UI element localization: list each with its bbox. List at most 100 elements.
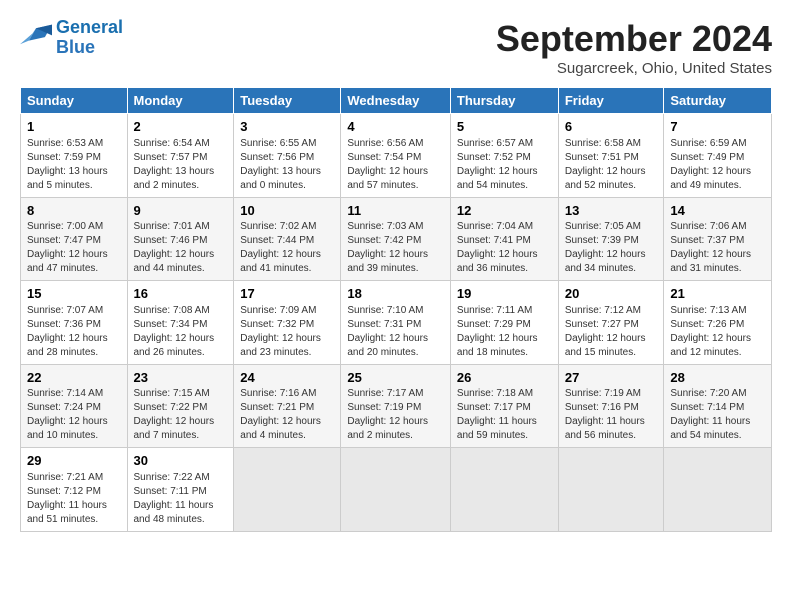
day-number: 11 <box>347 202 444 220</box>
day-info: Sunrise: 7:18 AMSunset: 7:17 PMDaylight:… <box>457 387 552 443</box>
day-number: 23 <box>134 369 228 387</box>
day-cell: 1Sunrise: 6:53 AMSunset: 7:59 PMDaylight… <box>21 114 128 198</box>
day-info: Sunrise: 7:22 AMSunset: 7:11 PMDaylight:… <box>134 471 228 527</box>
day-info: Sunrise: 7:10 AMSunset: 7:31 PMDaylight:… <box>347 304 444 360</box>
day-cell <box>450 448 558 532</box>
day-cell: 24Sunrise: 7:16 AMSunset: 7:21 PMDayligh… <box>234 364 341 448</box>
day-info: Sunrise: 6:56 AMSunset: 7:54 PMDaylight:… <box>347 137 444 193</box>
day-number: 29 <box>27 452 121 470</box>
col-saturday: Saturday <box>664 88 772 114</box>
day-number: 18 <box>347 285 444 303</box>
day-number: 25 <box>347 369 444 387</box>
logo-text: General Blue <box>56 18 123 58</box>
col-sunday: Sunday <box>21 88 128 114</box>
day-number: 7 <box>670 118 765 136</box>
day-number: 28 <box>670 369 765 387</box>
logo-bird-icon <box>20 24 52 52</box>
day-number: 1 <box>27 118 121 136</box>
day-info: Sunrise: 7:04 AMSunset: 7:41 PMDaylight:… <box>457 220 552 276</box>
main-title: September 2024 <box>496 18 772 60</box>
day-info: Sunrise: 7:05 AMSunset: 7:39 PMDaylight:… <box>565 220 658 276</box>
day-cell: 7Sunrise: 6:59 AMSunset: 7:49 PMDaylight… <box>664 114 772 198</box>
day-info: Sunrise: 7:16 AMSunset: 7:21 PMDaylight:… <box>240 387 334 443</box>
day-info: Sunrise: 7:19 AMSunset: 7:16 PMDaylight:… <box>565 387 658 443</box>
day-number: 13 <box>565 202 658 220</box>
day-number: 22 <box>27 369 121 387</box>
day-number: 30 <box>134 452 228 470</box>
day-info: Sunrise: 7:02 AMSunset: 7:44 PMDaylight:… <box>240 220 334 276</box>
day-cell: 6Sunrise: 6:58 AMSunset: 7:51 PMDaylight… <box>558 114 664 198</box>
title-block: September 2024 Sugarcreek, Ohio, United … <box>496 18 772 77</box>
day-info: Sunrise: 6:59 AMSunset: 7:49 PMDaylight:… <box>670 137 765 193</box>
day-info: Sunrise: 6:54 AMSunset: 7:57 PMDaylight:… <box>134 137 228 193</box>
day-cell: 12Sunrise: 7:04 AMSunset: 7:41 PMDayligh… <box>450 197 558 281</box>
day-number: 19 <box>457 285 552 303</box>
day-number: 5 <box>457 118 552 136</box>
day-cell: 9Sunrise: 7:01 AMSunset: 7:46 PMDaylight… <box>127 197 234 281</box>
day-cell: 8Sunrise: 7:00 AMSunset: 7:47 PMDaylight… <box>21 197 128 281</box>
day-cell: 22Sunrise: 7:14 AMSunset: 7:24 PMDayligh… <box>21 364 128 448</box>
day-cell: 27Sunrise: 7:19 AMSunset: 7:16 PMDayligh… <box>558 364 664 448</box>
subtitle: Sugarcreek, Ohio, United States <box>496 60 772 77</box>
day-cell <box>558 448 664 532</box>
day-info: Sunrise: 7:08 AMSunset: 7:34 PMDaylight:… <box>134 304 228 360</box>
header-row: Sunday Monday Tuesday Wednesday Thursday… <box>21 88 772 114</box>
page: General Blue September 2024 Sugarcreek, … <box>0 0 792 542</box>
day-info: Sunrise: 7:11 AMSunset: 7:29 PMDaylight:… <box>457 304 552 360</box>
logo-blue: Blue <box>56 37 95 57</box>
day-cell: 23Sunrise: 7:15 AMSunset: 7:22 PMDayligh… <box>127 364 234 448</box>
day-number: 24 <box>240 369 334 387</box>
day-cell: 30Sunrise: 7:22 AMSunset: 7:11 PMDayligh… <box>127 448 234 532</box>
week-row-2: 8Sunrise: 7:00 AMSunset: 7:47 PMDaylight… <box>21 197 772 281</box>
day-number: 8 <box>27 202 121 220</box>
day-cell: 19Sunrise: 7:11 AMSunset: 7:29 PMDayligh… <box>450 281 558 365</box>
day-info: Sunrise: 7:00 AMSunset: 7:47 PMDaylight:… <box>27 220 121 276</box>
col-monday: Monday <box>127 88 234 114</box>
week-row-5: 29Sunrise: 7:21 AMSunset: 7:12 PMDayligh… <box>21 448 772 532</box>
logo: General Blue <box>20 18 123 58</box>
day-number: 17 <box>240 285 334 303</box>
day-info: Sunrise: 7:15 AMSunset: 7:22 PMDaylight:… <box>134 387 228 443</box>
calendar-table: Sunday Monday Tuesday Wednesday Thursday… <box>20 87 772 532</box>
day-number: 26 <box>457 369 552 387</box>
logo-general: General <box>56 17 123 37</box>
day-cell: 3Sunrise: 6:55 AMSunset: 7:56 PMDaylight… <box>234 114 341 198</box>
day-number: 3 <box>240 118 334 136</box>
day-info: Sunrise: 7:20 AMSunset: 7:14 PMDaylight:… <box>670 387 765 443</box>
day-cell: 25Sunrise: 7:17 AMSunset: 7:19 PMDayligh… <box>341 364 451 448</box>
day-cell: 2Sunrise: 6:54 AMSunset: 7:57 PMDaylight… <box>127 114 234 198</box>
day-cell: 21Sunrise: 7:13 AMSunset: 7:26 PMDayligh… <box>664 281 772 365</box>
week-row-4: 22Sunrise: 7:14 AMSunset: 7:24 PMDayligh… <box>21 364 772 448</box>
day-cell: 14Sunrise: 7:06 AMSunset: 7:37 PMDayligh… <box>664 197 772 281</box>
day-number: 12 <box>457 202 552 220</box>
day-info: Sunrise: 7:06 AMSunset: 7:37 PMDaylight:… <box>670 220 765 276</box>
day-info: Sunrise: 6:55 AMSunset: 7:56 PMDaylight:… <box>240 137 334 193</box>
day-number: 2 <box>134 118 228 136</box>
week-row-3: 15Sunrise: 7:07 AMSunset: 7:36 PMDayligh… <box>21 281 772 365</box>
day-cell: 15Sunrise: 7:07 AMSunset: 7:36 PMDayligh… <box>21 281 128 365</box>
day-info: Sunrise: 6:53 AMSunset: 7:59 PMDaylight:… <box>27 137 121 193</box>
day-info: Sunrise: 7:21 AMSunset: 7:12 PMDaylight:… <box>27 471 121 527</box>
day-number: 27 <box>565 369 658 387</box>
day-number: 4 <box>347 118 444 136</box>
day-cell: 11Sunrise: 7:03 AMSunset: 7:42 PMDayligh… <box>341 197 451 281</box>
day-number: 16 <box>134 285 228 303</box>
calendar-body: 1Sunrise: 6:53 AMSunset: 7:59 PMDaylight… <box>21 114 772 532</box>
day-cell: 17Sunrise: 7:09 AMSunset: 7:32 PMDayligh… <box>234 281 341 365</box>
day-number: 14 <box>670 202 765 220</box>
day-cell <box>664 448 772 532</box>
header: General Blue September 2024 Sugarcreek, … <box>20 18 772 77</box>
day-cell: 18Sunrise: 7:10 AMSunset: 7:31 PMDayligh… <box>341 281 451 365</box>
day-info: Sunrise: 6:58 AMSunset: 7:51 PMDaylight:… <box>565 137 658 193</box>
day-info: Sunrise: 7:14 AMSunset: 7:24 PMDaylight:… <box>27 387 121 443</box>
week-row-1: 1Sunrise: 6:53 AMSunset: 7:59 PMDaylight… <box>21 114 772 198</box>
day-cell: 16Sunrise: 7:08 AMSunset: 7:34 PMDayligh… <box>127 281 234 365</box>
day-number: 9 <box>134 202 228 220</box>
day-info: Sunrise: 7:01 AMSunset: 7:46 PMDaylight:… <box>134 220 228 276</box>
day-info: Sunrise: 7:13 AMSunset: 7:26 PMDaylight:… <box>670 304 765 360</box>
day-cell: 13Sunrise: 7:05 AMSunset: 7:39 PMDayligh… <box>558 197 664 281</box>
day-cell <box>234 448 341 532</box>
day-number: 21 <box>670 285 765 303</box>
col-friday: Friday <box>558 88 664 114</box>
day-info: Sunrise: 6:57 AMSunset: 7:52 PMDaylight:… <box>457 137 552 193</box>
